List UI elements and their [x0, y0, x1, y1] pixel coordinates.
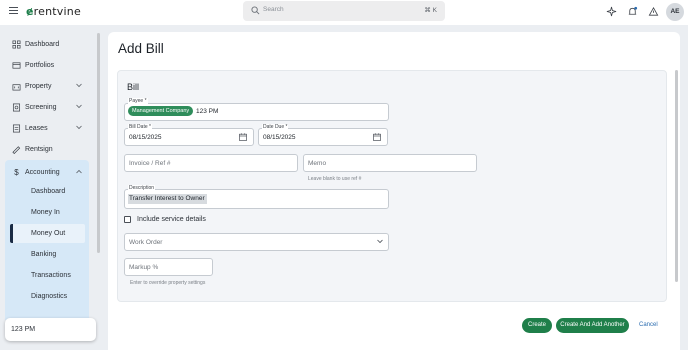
sidebar-subitem-money-in[interactable]: Money In	[31, 209, 60, 216]
chevron-down-icon	[377, 239, 383, 244]
create-button[interactable]: Create	[522, 318, 552, 333]
calendar-icon[interactable]	[239, 133, 247, 141]
date-due-label: Date Due *	[262, 124, 289, 130]
description-value: Transfer Interest to Owner	[128, 194, 207, 204]
memo-helper: Leave blank to use ref #	[308, 176, 362, 182]
chevron-up-icon	[76, 169, 82, 174]
screening-icon	[12, 103, 21, 111]
markup-placeholder: Markup %	[129, 264, 159, 271]
bill-date-label: Bill Date *	[128, 124, 152, 130]
sidebar-item-property[interactable]: Property	[12, 79, 84, 93]
sidebar-item-dashboard[interactable]: Dashboard	[12, 37, 84, 51]
description-label: Description	[128, 185, 156, 191]
portfolio-icon	[12, 61, 21, 69]
chevron-down-icon	[76, 104, 82, 109]
sidebar-item-label: Accounting	[25, 168, 60, 176]
logo[interactable]: ɇrentvine	[26, 5, 81, 18]
leases-icon	[12, 124, 21, 132]
include-service-label: Include service details	[137, 216, 206, 223]
sidebar-item-screening[interactable]: Screening	[12, 100, 84, 114]
avatar[interactable]: AE	[666, 3, 684, 21]
date-due-value: 08/15/2025	[263, 134, 296, 141]
markup-helper: Enter to override property settings	[130, 280, 206, 286]
page-title: Add Bill	[118, 41, 164, 56]
bell-icon[interactable]	[627, 6, 638, 17]
hamburger-menu-icon[interactable]	[9, 7, 18, 16]
dashboard-icon	[12, 40, 21, 48]
sidebar-item-label: Rentsign	[25, 145, 53, 153]
sidebar-item-accounting[interactable]: $ Accounting	[12, 165, 84, 179]
sparkle-icon[interactable]	[606, 6, 617, 17]
sidebar-scrollbar[interactable]	[97, 33, 100, 253]
sidebar-item-leases[interactable]: Leases	[12, 121, 84, 135]
invoice-placeholder: Invoice / Ref #	[129, 160, 171, 167]
rentsign-icon	[12, 145, 21, 154]
property-icon	[12, 83, 21, 90]
sidebar-subitem-dashboard[interactable]: Dashboard	[31, 188, 65, 195]
card-title: Bill	[127, 82, 140, 92]
create-and-add-another-button[interactable]: Create And Add Another	[556, 318, 629, 333]
chevron-down-icon	[76, 125, 82, 130]
top-bar: ɇrentvine Search ⌘ K AE	[0, 0, 688, 25]
cancel-button[interactable]: Cancel	[639, 322, 658, 328]
search-bar[interactable]: Search ⌘ K	[243, 1, 445, 21]
sidebar-item-label: Property	[25, 82, 52, 90]
chevron-down-icon	[76, 83, 82, 88]
payee-label: Payee *	[128, 98, 148, 104]
search-placeholder: Search	[263, 6, 284, 13]
sidebar-item-portfolios[interactable]: Portfolios	[12, 58, 84, 72]
sidebar-subitem-banking[interactable]: Banking	[31, 251, 56, 258]
payee-type-chip: Management Company	[128, 106, 194, 116]
memo-field[interactable]	[303, 154, 477, 172]
work-order-select[interactable]	[124, 233, 389, 251]
search-shortcut: ⌘ K	[424, 7, 437, 14]
calendar-icon[interactable]	[373, 133, 381, 141]
sidebar-subitem-transactions[interactable]: Transactions	[31, 272, 71, 279]
bill-date-value: 08/15/2025	[129, 134, 162, 141]
include-service-checkbox[interactable]	[124, 216, 131, 223]
dollar-icon: $	[14, 167, 19, 177]
sidebar-item-label: Portfolios	[25, 61, 55, 69]
sidebar-subitem-diagnostics[interactable]: Diagnostics	[31, 293, 67, 300]
user-alert-icon[interactable]	[648, 6, 659, 17]
sidebar-subitem-money-out[interactable]: Money Out	[31, 230, 65, 237]
bottom-pill[interactable]: 123 PM	[5, 318, 96, 341]
payee-value: 123 PM	[196, 108, 219, 115]
sidebar-item-rentsign[interactable]: Rentsign	[12, 142, 84, 156]
main-scrollbar[interactable]	[675, 70, 678, 282]
sidebar-item-label: Leases	[25, 124, 48, 132]
sidebar-item-label: Dashboard	[25, 40, 60, 48]
memo-placeholder: Memo	[308, 160, 327, 167]
logo-text: rentvine	[33, 5, 81, 18]
search-icon	[251, 6, 260, 15]
sidebar-item-label: Screening	[25, 103, 57, 111]
work-order-placeholder: Work Order	[129, 239, 163, 246]
